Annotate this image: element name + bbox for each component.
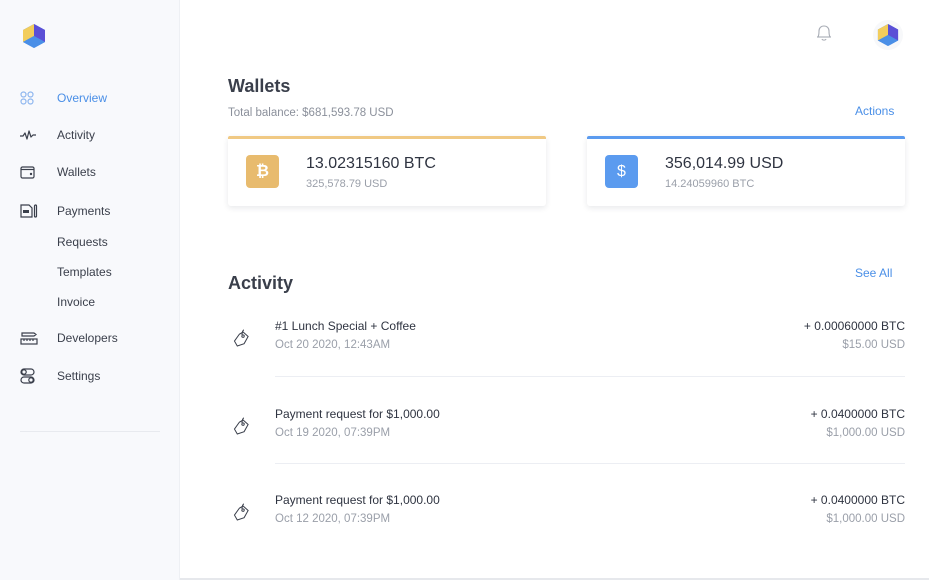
wallet-primary-balance: 356,014.99 USD [665, 155, 784, 172]
sidebar-item-overview[interactable]: Overview [20, 88, 107, 108]
sidebar-item-label: Wallets [57, 165, 96, 179]
activity-fiat-amount: $15.00 USD [842, 339, 905, 351]
sidebar: Overview Activity Wallets Payments Reque… [0, 0, 180, 580]
activity-date: Oct 12 2020, 07:39PM [275, 513, 391, 525]
sidebar-item-label: Developers [57, 331, 118, 345]
row-divider [275, 376, 905, 377]
avatar[interactable] [873, 20, 903, 50]
developer-tools-icon [20, 328, 44, 348]
activity-title: #1 Lunch Special + Coffee [275, 319, 416, 333]
actions-button[interactable]: Actions [855, 104, 894, 118]
sidebar-subitem-requests[interactable]: Requests [57, 235, 108, 249]
activity-title: Payment request for $1,000.00 [275, 407, 440, 421]
sidebar-item-activity[interactable]: Activity [20, 125, 95, 145]
dollar-icon: $ [605, 155, 638, 188]
sidebar-item-settings[interactable]: Settings [20, 366, 100, 386]
sidebar-item-label: Payments [57, 204, 111, 218]
card-accent-line [228, 136, 546, 139]
activity-title: Payment request for $1,000.00 [275, 493, 440, 507]
sidebar-item-developers[interactable]: Developers [20, 328, 118, 348]
wallet-icon [20, 162, 44, 182]
total-balance: Total balance: $681,593.78 USD [228, 107, 394, 119]
sidebar-item-label: Activity [57, 128, 96, 142]
activity-date: Oct 19 2020, 07:39PM [275, 427, 391, 439]
activity-date: Oct 20 2020, 12:43AM [275, 339, 391, 351]
payments-icon [20, 201, 44, 221]
activity-item[interactable]: Payment request for $1,000.00 Oct 19 202… [228, 405, 905, 465]
logo-icon[interactable] [22, 23, 46, 49]
price-tag-icon [232, 503, 252, 525]
activity-item[interactable]: Payment request for $1,000.00 Oct 12 202… [228, 491, 905, 551]
sidebar-item-payments[interactable]: Payments [20, 201, 110, 221]
grid-circles-icon [20, 88, 44, 108]
sidebar-item-label: Overview [57, 91, 108, 105]
pulse-icon [20, 125, 44, 145]
price-tag-icon [232, 329, 252, 351]
activity-amount: + 0.00060000 BTC [803, 319, 905, 333]
activity-fiat-amount: $1,000.00 USD [826, 513, 905, 525]
sidebar-item-wallets[interactable]: Wallets [20, 162, 96, 182]
activity-fiat-amount: $1,000.00 USD [826, 427, 905, 439]
price-tag-icon [232, 417, 252, 439]
bell-icon[interactable] [813, 22, 835, 44]
see-all-link[interactable]: See All [855, 266, 892, 280]
wallet-secondary-balance: 325,578.79 USD [306, 178, 388, 190]
sidebar-item-label: Settings [57, 369, 101, 383]
wallet-card-usd[interactable]: $ 356,014.99 USD 14.24059960 BTC [587, 136, 905, 206]
row-divider [275, 463, 905, 464]
activity-heading: Activity [228, 273, 294, 293]
wallet-secondary-balance: 14.24059960 BTC [665, 178, 755, 190]
wallet-card-btc[interactable]: ₿ 13.02315160 BTC 325,578.79 USD [228, 136, 546, 206]
activity-item[interactable]: #1 Lunch Special + Coffee Oct 20 2020, 1… [228, 317, 905, 377]
activity-amount: + 0.0400000 BTC [810, 493, 905, 507]
hexagon-cube-avatar-icon [877, 24, 899, 46]
settings-toggles-icon [20, 366, 44, 386]
wallets-heading: Wallets [228, 76, 291, 96]
sidebar-subitem-templates[interactable]: Templates [57, 265, 112, 279]
sidebar-divider [20, 431, 160, 432]
bitcoin-icon: ₿ [246, 155, 279, 188]
activity-amount: + 0.0400000 BTC [810, 407, 905, 421]
wallet-primary-balance: 13.02315160 BTC [306, 155, 436, 172]
card-accent-line [587, 136, 905, 139]
sidebar-subitem-invoice[interactable]: Invoice [57, 295, 95, 309]
